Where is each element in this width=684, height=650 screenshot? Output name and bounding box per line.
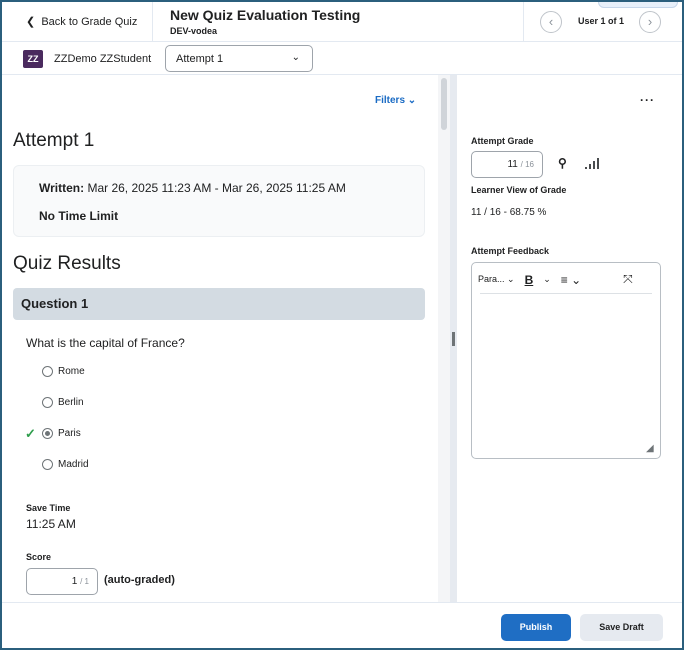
scrollbar-thumb[interactable]: [441, 78, 447, 130]
chevron-down-icon: ⌄: [291, 52, 300, 63]
resize-handle-icon[interactable]: ◢: [646, 443, 654, 454]
feedback-label: Attempt Feedback: [471, 246, 550, 256]
question-text: What is the capital of France?: [26, 336, 185, 350]
attempt-grade-label: Attempt Grade: [471, 136, 534, 146]
attempt-grade-input[interactable]: 11 / 16: [471, 151, 543, 178]
radio-icon: [42, 366, 53, 377]
page-title: New Quiz Evaluation Testing: [170, 7, 361, 23]
save-time-value: 11:25 AM: [26, 517, 76, 531]
score-input[interactable]: 1 / 1: [26, 568, 98, 595]
course-name: DEV-vodea: [170, 26, 218, 36]
answer-option: Paris: [42, 428, 81, 439]
radio-selected-icon: [42, 428, 53, 439]
publish-button[interactable]: Publish: [501, 614, 571, 641]
next-user-button[interactable]: ›: [639, 11, 661, 33]
divider: [152, 2, 153, 42]
attempt-heading: Attempt 1: [13, 130, 95, 151]
paragraph-format-dropdown[interactable]: Para... ⌄: [478, 274, 515, 285]
divider: [480, 293, 652, 294]
written-info: Written: Mar 26, 2025 11:23 AM - Mar 26,…: [39, 181, 346, 195]
chevron-right-icon: ›: [647, 14, 653, 29]
editor-toolbar: Para... ⌄ B ⌄ ≡ ⌄ ⤧: [478, 272, 633, 287]
time-limit: No Time Limit: [39, 209, 119, 223]
more-options-icon[interactable]: ···: [640, 93, 655, 107]
answer-option: Berlin: [42, 397, 84, 408]
divider: [523, 2, 524, 42]
align-icon[interactable]: ≡ ⌄: [561, 273, 581, 287]
radio-icon: [42, 459, 53, 470]
previous-user-button[interactable]: ‹: [540, 11, 562, 33]
scrollbar[interactable]: [438, 75, 450, 602]
chevron-left-icon: ‹: [548, 14, 554, 29]
score-label: Score: [26, 552, 52, 562]
answer-option: Madrid: [42, 459, 89, 470]
feedback-editor[interactable]: [471, 262, 661, 459]
student-name: ZZDemo ZZStudent: [54, 53, 152, 65]
attempt-select[interactable]: Attempt 1 ⌄: [165, 45, 313, 72]
chevron-down-icon[interactable]: ⌄: [543, 274, 551, 285]
fullscreen-icon[interactable]: ⤧: [623, 272, 633, 287]
bold-button[interactable]: B: [525, 273, 534, 287]
user-counter: User 1 of 1: [578, 16, 625, 26]
collapse-tab[interactable]: [598, 2, 678, 8]
chevron-down-icon: ⌄: [407, 95, 417, 106]
chevron-left-icon: ❮: [26, 16, 42, 28]
checkmark-icon: ✓: [25, 426, 36, 441]
grading-window: ❮ Back to Grade Quiz New Quiz Evaluation…: [0, 0, 684, 650]
quiz-results-heading: Quiz Results: [13, 253, 121, 274]
learner-view-value: 11 / 16 - 68.75 %: [471, 207, 547, 218]
learner-view-label: Learner View of Grade: [471, 185, 567, 195]
drag-handle-icon[interactable]: [452, 332, 455, 346]
save-time-label: Save Time: [26, 503, 71, 513]
radio-icon: [42, 397, 53, 408]
back-to-grade-quiz-link[interactable]: ❮ Back to Grade Quiz: [26, 15, 137, 28]
avatar: ZZ: [23, 50, 43, 68]
save-draft-button[interactable]: Save Draft: [580, 614, 663, 641]
key-icon[interactable]: ⚲: [558, 156, 567, 170]
stats-icon[interactable]: [585, 156, 599, 169]
answer-option: Rome: [42, 366, 85, 377]
question-header: Question 1: [13, 288, 425, 320]
auto-graded-note: (auto-graded): [104, 574, 175, 586]
attempt-info-card: [13, 165, 425, 237]
filters-button[interactable]: Filters ⌄: [375, 95, 416, 106]
